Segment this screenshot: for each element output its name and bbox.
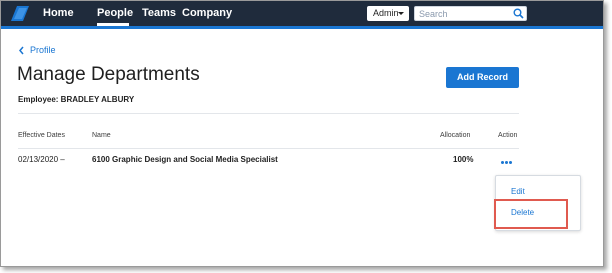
search-input[interactable] — [414, 6, 527, 21]
nav-people[interactable]: People — [97, 7, 133, 19]
column-header-effective-dates: Effective Dates — [18, 132, 65, 139]
column-header-name: Name — [92, 132, 111, 139]
delete-highlight-annotation — [494, 199, 568, 229]
table-header-divider — [18, 148, 519, 149]
more-dots-icon — [505, 161, 508, 164]
cell-effective-date: 02/13/2020 – — [18, 155, 65, 164]
more-dots-icon — [509, 161, 512, 164]
admin-dropdown[interactable]: Admin — [367, 6, 409, 21]
chevron-left-icon[interactable] — [18, 46, 25, 55]
cell-allocation: 100% — [453, 155, 474, 164]
column-header-allocation: Allocation — [440, 132, 471, 139]
admin-label: Admin — [373, 8, 399, 18]
back-to-profile-link[interactable]: Profile — [30, 45, 56, 55]
nav-company[interactable]: Company — [182, 7, 232, 19]
more-dots-icon — [501, 161, 504, 164]
top-nav-bar: Home People Teams Company Admin — [1, 1, 603, 26]
more-actions-button[interactable] — [501, 159, 513, 165]
brand-logo-icon[interactable] — [10, 5, 30, 22]
column-header-action: Action — [498, 132, 518, 139]
nav-home[interactable]: Home — [43, 7, 74, 19]
menu-item-edit[interactable]: Edit — [511, 187, 525, 196]
nav-accent-stripe — [1, 26, 603, 29]
add-record-button[interactable]: Add Record — [446, 67, 519, 88]
caret-down-icon — [398, 12, 404, 15]
search-icon[interactable] — [513, 8, 524, 19]
divider — [18, 113, 519, 114]
cell-department-name: 6100 Graphic Design and Social Media Spe… — [92, 155, 278, 164]
employee-label: Employee: BRADLEY ALBURY — [18, 95, 135, 104]
page-title: Manage Departments — [17, 64, 200, 85]
nav-teams[interactable]: Teams — [142, 7, 176, 19]
app-window: Home People Teams Company Admin Profile … — [0, 0, 604, 267]
